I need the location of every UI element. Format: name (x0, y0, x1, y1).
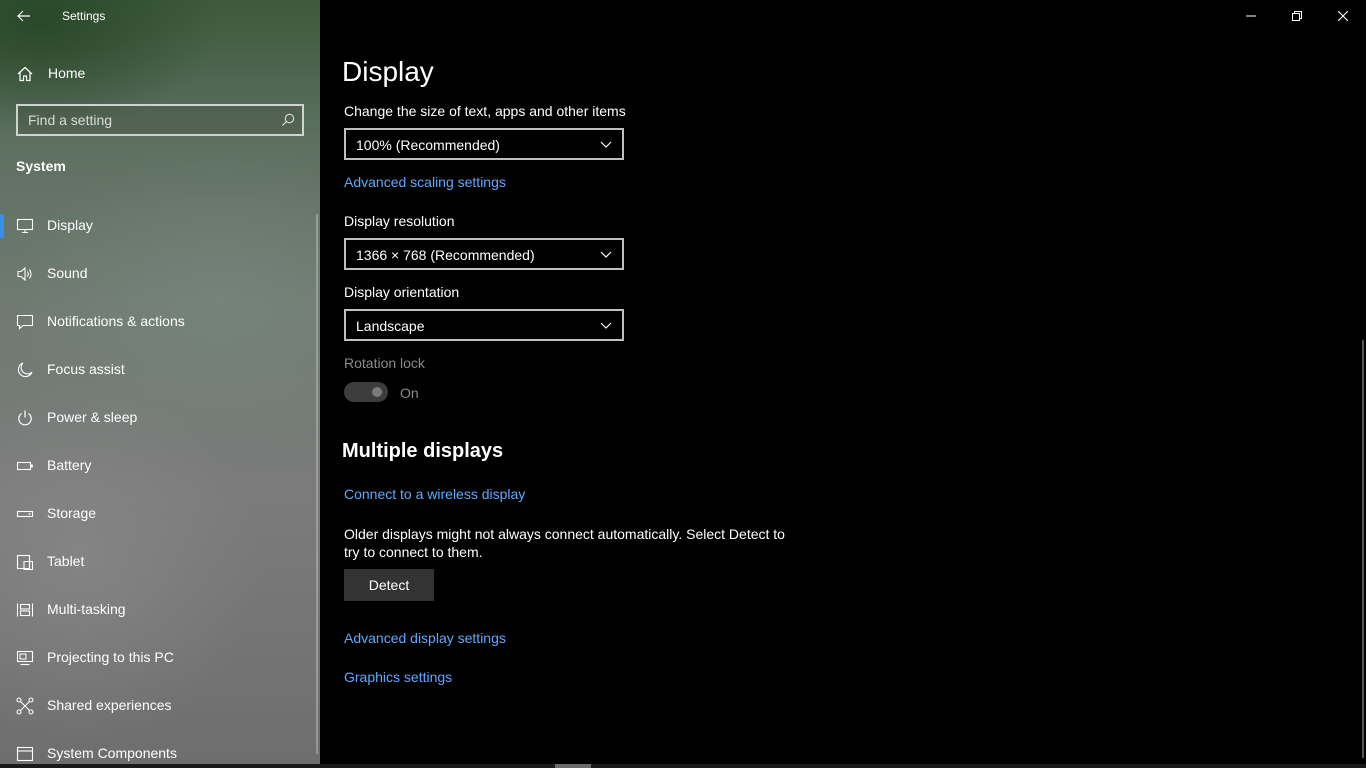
detect-description: Older displays might not always connect … (344, 526, 785, 560)
sidebar-item-label: Sound (47, 265, 88, 281)
title-bar: Settings (0, 0, 320, 32)
sidebar-item-home[interactable]: Home (0, 56, 320, 90)
sidebar-item-label: Projecting to this PC (47, 649, 174, 665)
close-button[interactable] (1320, 0, 1366, 32)
close-icon (1338, 11, 1348, 21)
orientation-dropdown[interactable]: Landscape (344, 309, 624, 341)
monitor-icon (16, 218, 34, 234)
sidebar-item-label: Focus assist (47, 361, 125, 377)
sidebar-item-projecting[interactable]: Projecting to this PC (0, 634, 320, 682)
main-scrollbar[interactable] (1362, 340, 1364, 758)
multitasking-icon (16, 603, 34, 617)
wireless-display-link[interactable]: Connect to a wireless display (344, 486, 525, 502)
sidebar-item-label: Battery (47, 457, 92, 473)
toggle-knob (372, 387, 382, 397)
projecting-icon (16, 650, 34, 666)
search-input[interactable] (18, 106, 268, 134)
sidebar-item-notifications[interactable]: Notifications & actions (0, 298, 320, 346)
resolution-label: Display resolution (344, 213, 455, 229)
window-controls (1228, 0, 1366, 32)
storage-icon (16, 510, 34, 518)
sidebar-item-label: Tablet (47, 553, 85, 569)
message-icon (16, 314, 34, 330)
power-icon (18, 410, 32, 426)
home-icon (17, 66, 33, 82)
resolution-value: 1366 × 768 (Recommended) (356, 247, 535, 263)
search-icon[interactable] (281, 113, 295, 127)
battery-icon (16, 461, 33, 471)
sidebar: Settings Home System Display (0, 0, 320, 768)
sidebar-item-power-sleep[interactable]: Power & sleep (0, 394, 320, 442)
back-button[interactable] (8, 0, 40, 32)
scale-label: Change the size of text, apps and other … (344, 103, 626, 119)
sidebar-item-battery[interactable]: Battery (0, 442, 320, 490)
orientation-value: Landscape (356, 318, 425, 334)
sidebar-scrollbar[interactable] (316, 214, 318, 754)
components-icon (16, 746, 34, 762)
sidebar-item-focus-assist[interactable]: Focus assist (0, 346, 320, 394)
back-arrow-icon (17, 10, 30, 22)
rotation-lock-label: Rotation lock (344, 355, 425, 371)
sidebar-item-label: Multi-tasking (47, 601, 126, 617)
sidebar-item-label: Display (47, 217, 93, 233)
sidebar-item-display[interactable]: Display (0, 202, 320, 250)
advanced-display-link[interactable]: Advanced display settings (344, 630, 506, 646)
moon-icon (17, 362, 33, 378)
sidebar-item-storage[interactable]: Storage (0, 490, 320, 538)
detect-button[interactable]: Detect (344, 569, 434, 601)
tablet-icon (16, 554, 34, 571)
minimize-icon (1246, 15, 1256, 17)
chevron-down-icon (600, 322, 612, 329)
sidebar-nav: Display Sound Notifications & actions Fo… (0, 202, 320, 768)
sidebar-section-title: System (16, 158, 66, 174)
main-content: Display Change the size of text, apps an… (320, 0, 1366, 768)
resolution-dropdown[interactable]: 1366 × 768 (Recommended) (344, 238, 624, 270)
sidebar-item-system-components[interactable]: System Components (0, 730, 320, 768)
speaker-icon (17, 266, 32, 282)
page-title: Display (342, 56, 434, 87)
app-title: Settings (62, 9, 106, 23)
sidebar-item-label: Storage (47, 505, 97, 521)
bottom-edge (0, 764, 1366, 768)
search-box[interactable] (16, 104, 304, 136)
orientation-label: Display orientation (344, 284, 460, 300)
sidebar-item-label: Power & sleep (47, 409, 138, 425)
shared-icon (16, 697, 34, 715)
home-label: Home (48, 65, 86, 81)
sidebar-item-sound[interactable]: Sound (0, 250, 320, 298)
sidebar-item-label: Shared experiences (47, 697, 172, 713)
sidebar-item-label: Notifications & actions (47, 313, 185, 329)
graphics-settings-link[interactable]: Graphics settings (344, 669, 452, 685)
advanced-scaling-link[interactable]: Advanced scaling settings (344, 174, 506, 190)
sidebar-item-multitasking[interactable]: Multi-tasking (0, 586, 320, 634)
rotation-lock-toggle[interactable] (344, 382, 388, 402)
sidebar-item-tablet[interactable]: Tablet (0, 538, 320, 586)
rotation-lock-state: On (400, 385, 419, 401)
bottom-edge-segment (555, 764, 591, 768)
chevron-down-icon (600, 251, 612, 258)
settings-window: Settings Home System Display (0, 0, 1366, 768)
restore-icon (1292, 11, 1302, 21)
active-indicator (0, 214, 4, 238)
restore-button[interactable] (1274, 0, 1320, 32)
scale-value: 100% (Recommended) (356, 137, 500, 153)
chevron-down-icon (600, 141, 612, 148)
sidebar-item-shared-experiences[interactable]: Shared experiences (0, 682, 320, 730)
minimize-button[interactable] (1228, 0, 1274, 32)
scale-dropdown[interactable]: 100% (Recommended) (344, 128, 624, 160)
sidebar-item-label: System Components (47, 745, 177, 761)
multiple-displays-heading: Multiple displays (342, 440, 504, 462)
